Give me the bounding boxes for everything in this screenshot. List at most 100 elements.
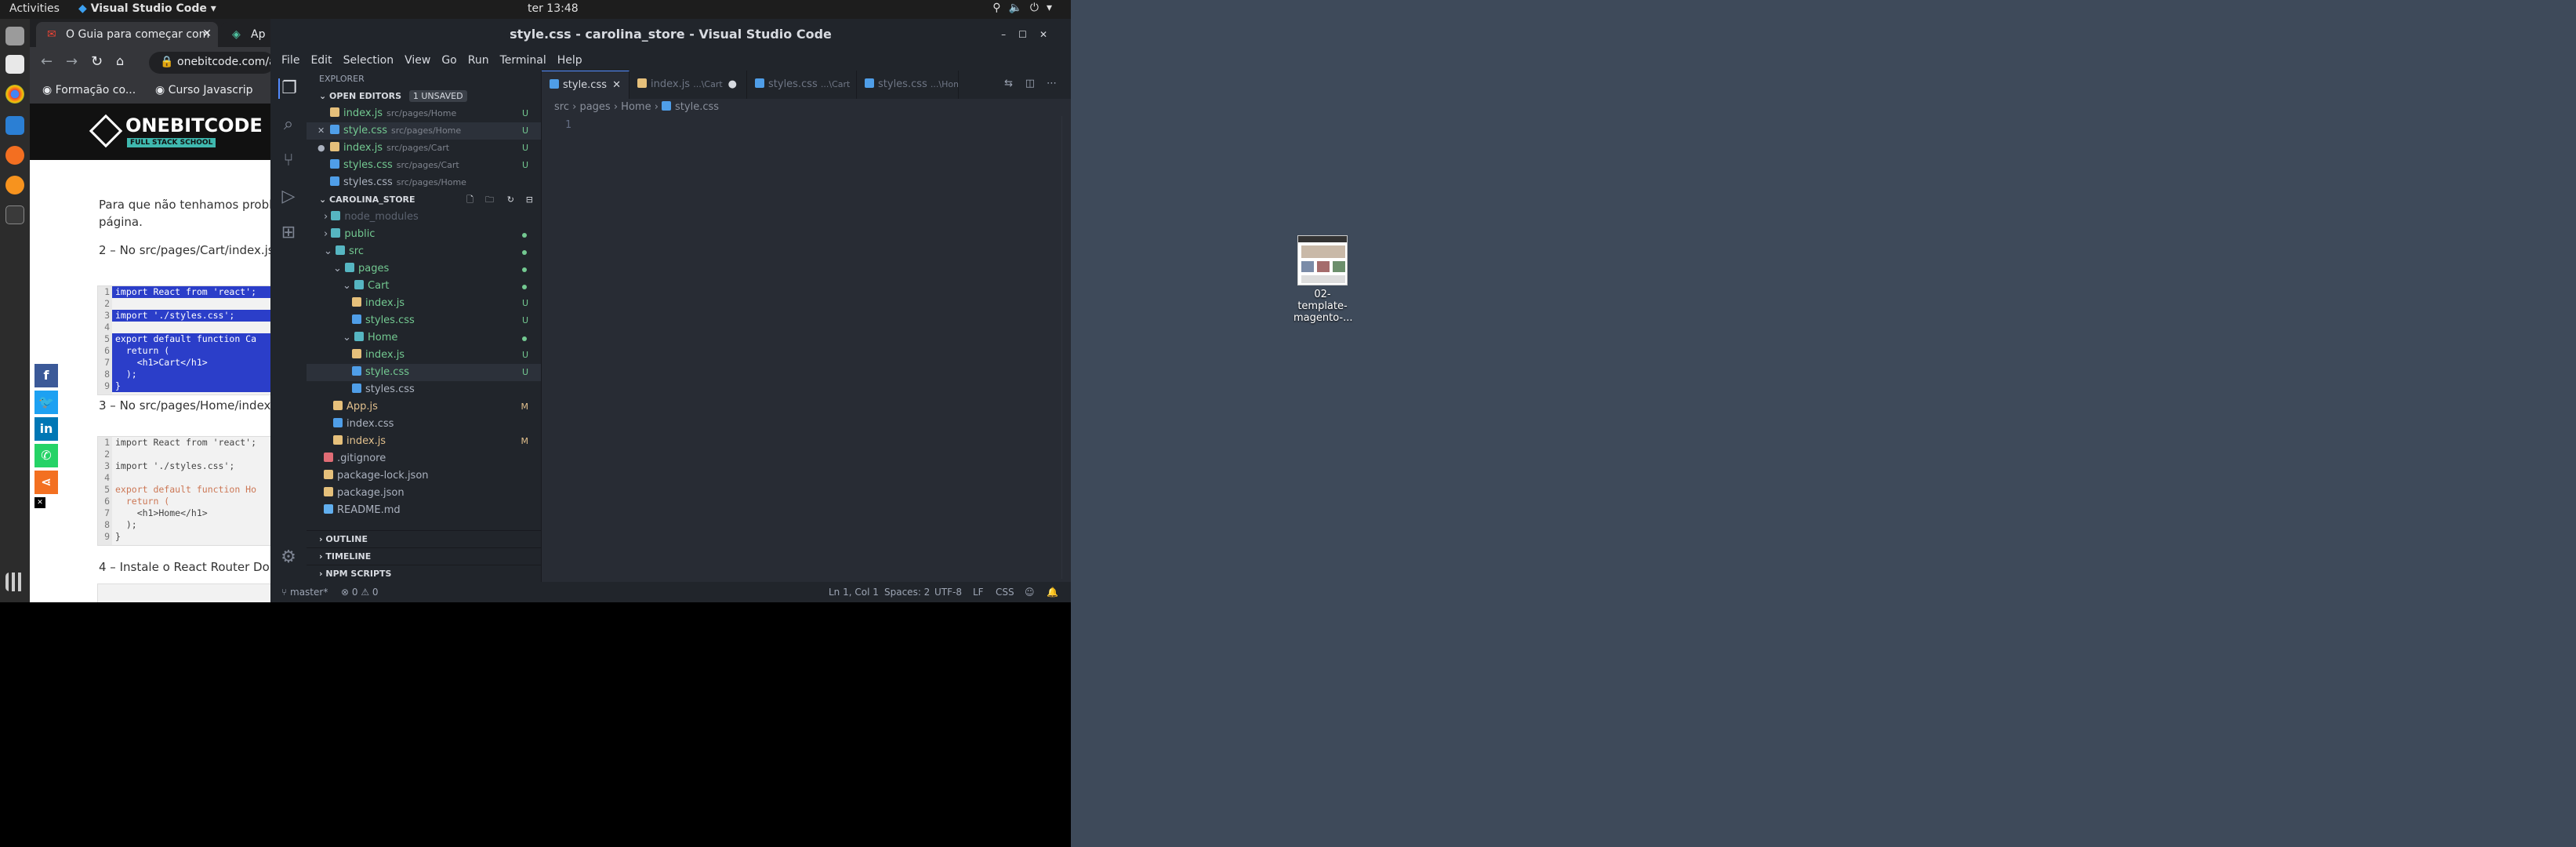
menu-run[interactable]: Run xyxy=(468,54,489,67)
open-editor-item[interactable]: ● index.js src/pages/Cart U xyxy=(307,140,541,157)
tree-file[interactable]: package.json xyxy=(307,485,541,502)
tab-styles-css-cart[interactable]: styles.css ...\Cart xyxy=(747,71,857,99)
terminal-icon[interactable] xyxy=(5,205,24,224)
indentation[interactable]: Spaces: 2 xyxy=(884,582,930,602)
tree-file[interactable]: index.js U xyxy=(307,295,541,312)
chrome-icon[interactable] xyxy=(5,85,24,104)
bookmark-javascript[interactable]: ◉ Curso Javascrip xyxy=(155,84,252,96)
git-client-icon[interactable] xyxy=(5,146,24,165)
cursor-position[interactable]: Ln 1, Col 1 xyxy=(829,582,879,602)
tree-folder[interactable]: ⌄ Home xyxy=(307,329,541,347)
tree-folder[interactable]: › node_modules xyxy=(307,209,541,226)
search-icon[interactable]: ⌕ xyxy=(278,115,299,135)
back-icon[interactable]: ← xyxy=(41,53,53,70)
share-icon[interactable]: ⋖ xyxy=(34,471,58,494)
tree-file[interactable]: style.css U xyxy=(307,364,541,381)
compare-icon[interactable]: ⇆ xyxy=(1004,78,1013,89)
branch-status[interactable]: ⑂ master* xyxy=(281,582,328,602)
whatsapp-share-icon[interactable]: ✆ xyxy=(34,444,58,467)
new-folder-icon[interactable]: 🗀 xyxy=(485,191,494,209)
app-menu[interactable]: ◆ Visual Studio Code ▾ xyxy=(78,2,216,15)
tree-file[interactable]: App.js M xyxy=(307,398,541,416)
system-tray[interactable]: ⚲🔈⏻▾ xyxy=(992,2,1060,14)
language-mode[interactable]: CSS xyxy=(996,582,1014,602)
reload-icon[interactable]: ↻ xyxy=(91,53,103,70)
tree-file[interactable]: index.js M xyxy=(307,433,541,450)
tree-file[interactable]: styles.css xyxy=(307,381,541,398)
tree-file[interactable]: index.css xyxy=(307,416,541,433)
run-debug-icon[interactable]: ▷ xyxy=(278,187,299,207)
tree-folder[interactable]: ⌄ src xyxy=(307,243,541,260)
close-icon[interactable]: ✕ xyxy=(612,71,621,99)
menu-go[interactable]: Go xyxy=(441,54,456,67)
tree-file[interactable]: index.js U xyxy=(307,347,541,364)
problems-status[interactable]: ⊗ 0 ⚠ 0 xyxy=(341,582,379,602)
open-editor-item[interactable]: ✕ style.css src/pages/Home U xyxy=(307,122,541,140)
menu-view[interactable]: View xyxy=(405,54,430,67)
project-header[interactable]: ⌄ CAROLINA_STORE 🗋 🗀 ↻ ⊟ xyxy=(307,191,541,209)
linkedin-share-icon[interactable]: in xyxy=(34,417,58,441)
desktop-file-icon[interactable]: 02-template-magento-... xyxy=(1293,235,1353,324)
menu-edit[interactable]: Edit xyxy=(310,54,332,67)
maximize-icon[interactable]: ☐ xyxy=(1018,29,1039,40)
open-editor-item[interactable]: styles.css src/pages/Home xyxy=(307,174,541,191)
more-actions-icon[interactable]: ⋯ xyxy=(1047,78,1057,89)
tree-folder[interactable]: ⌄ pages xyxy=(307,260,541,278)
breadcrumb-pages[interactable]: pages xyxy=(579,101,610,113)
notifications-icon[interactable]: 🔔 xyxy=(1047,582,1058,602)
collapse-all-icon[interactable]: ⊟ xyxy=(526,191,533,209)
vscode-icon[interactable] xyxy=(5,116,24,135)
explorer-icon[interactable]: ❐ xyxy=(278,78,299,99)
postman-icon[interactable] xyxy=(5,176,24,194)
tree-folder[interactable]: ⌄ Cart xyxy=(307,278,541,295)
open-editor-item[interactable]: styles.css src/pages/Cart U xyxy=(307,157,541,174)
encoding[interactable]: UTF-8 xyxy=(934,582,962,602)
settings-gear-icon[interactable]: ⚙ xyxy=(278,547,299,568)
tree-file[interactable]: .gitignore xyxy=(307,450,541,467)
editor-scrollbar[interactable] xyxy=(1061,116,1071,579)
code-block-cart[interactable]: 1 2 3 4 5 6 7 8 9 import React from 'react'; impor… xyxy=(97,285,270,395)
unsaved-dot-icon[interactable]: ● xyxy=(317,140,325,157)
home-icon[interactable]: ⌂ xyxy=(116,53,124,68)
onebitcode-banner[interactable]: ONEBITCODE FULL STACK SCHOOL xyxy=(30,104,270,160)
refresh-icon[interactable]: ↻ xyxy=(507,191,514,209)
breadcrumb-src[interactable]: src xyxy=(554,101,569,113)
clock[interactable]: ter 13:48 xyxy=(528,2,579,15)
code-block-home[interactable]: 1 2 3 4 5 6 7 8 9 import React from 'react'; impor… xyxy=(97,436,270,546)
menu-selection[interactable]: Selection xyxy=(343,54,394,67)
extensions-icon[interactable]: ⊞ xyxy=(278,223,299,243)
calendar-icon[interactable] xyxy=(5,55,24,74)
tree-file[interactable]: styles.css U xyxy=(307,312,541,329)
open-editors-header[interactable]: ⌄ OPEN EDITORS 1 UNSAVED xyxy=(307,88,541,105)
menu-file[interactable]: File xyxy=(281,54,299,67)
browser-tab-second[interactable]: ◈ Ap xyxy=(221,22,270,47)
open-editor-item[interactable]: index.js src/pages/Home U xyxy=(307,105,541,122)
menu-terminal[interactable]: Terminal xyxy=(500,54,546,67)
show-apps-icon[interactable] xyxy=(5,573,24,591)
source-control-icon[interactable]: ⑂ xyxy=(278,151,299,171)
tree-file[interactable]: package-lock.json xyxy=(307,467,541,485)
tab-styles-css-home[interactable]: styles.css ...\Hom xyxy=(857,71,959,99)
code-editor[interactable] xyxy=(589,116,1059,579)
menu-help[interactable]: Help xyxy=(557,54,582,67)
tree-folder[interactable]: › public xyxy=(307,226,541,243)
browser-tab-guide[interactable]: ✉ O Guia para começar com ✕ xyxy=(36,22,218,47)
url-field[interactable]: 🔒onebitcode.com/apr xyxy=(149,52,270,74)
close-icon[interactable]: ✕ xyxy=(317,122,325,140)
minimize-icon[interactable]: – xyxy=(1001,29,1018,40)
bookmark-formacao[interactable]: ◉ Formação co... xyxy=(42,84,136,96)
split-editor-icon[interactable]: ◫ xyxy=(1025,78,1035,89)
outline-section[interactable]: › OUTLINE xyxy=(307,530,541,547)
timeline-section[interactable]: › TIMELINE xyxy=(307,547,541,565)
tab-index-js-cart[interactable]: index.js ...\Cart ● xyxy=(629,71,747,99)
close-icon[interactable]: ✕ xyxy=(202,27,212,40)
twitter-share-icon[interactable]: 🐦 xyxy=(34,391,58,414)
breadcrumb-file[interactable]: style.css xyxy=(675,101,719,113)
new-file-icon[interactable]: 🗋 xyxy=(466,191,473,209)
activities-button[interactable]: Activities xyxy=(9,2,60,15)
unsaved-dot-icon[interactable]: ● xyxy=(728,71,737,99)
feedback-icon[interactable]: ☺ xyxy=(1025,582,1035,602)
close-icon[interactable]: ✕ xyxy=(1039,29,1060,40)
facebook-share-icon[interactable]: f xyxy=(34,364,58,387)
collapse-share-icon[interactable]: ✕ xyxy=(34,497,45,508)
